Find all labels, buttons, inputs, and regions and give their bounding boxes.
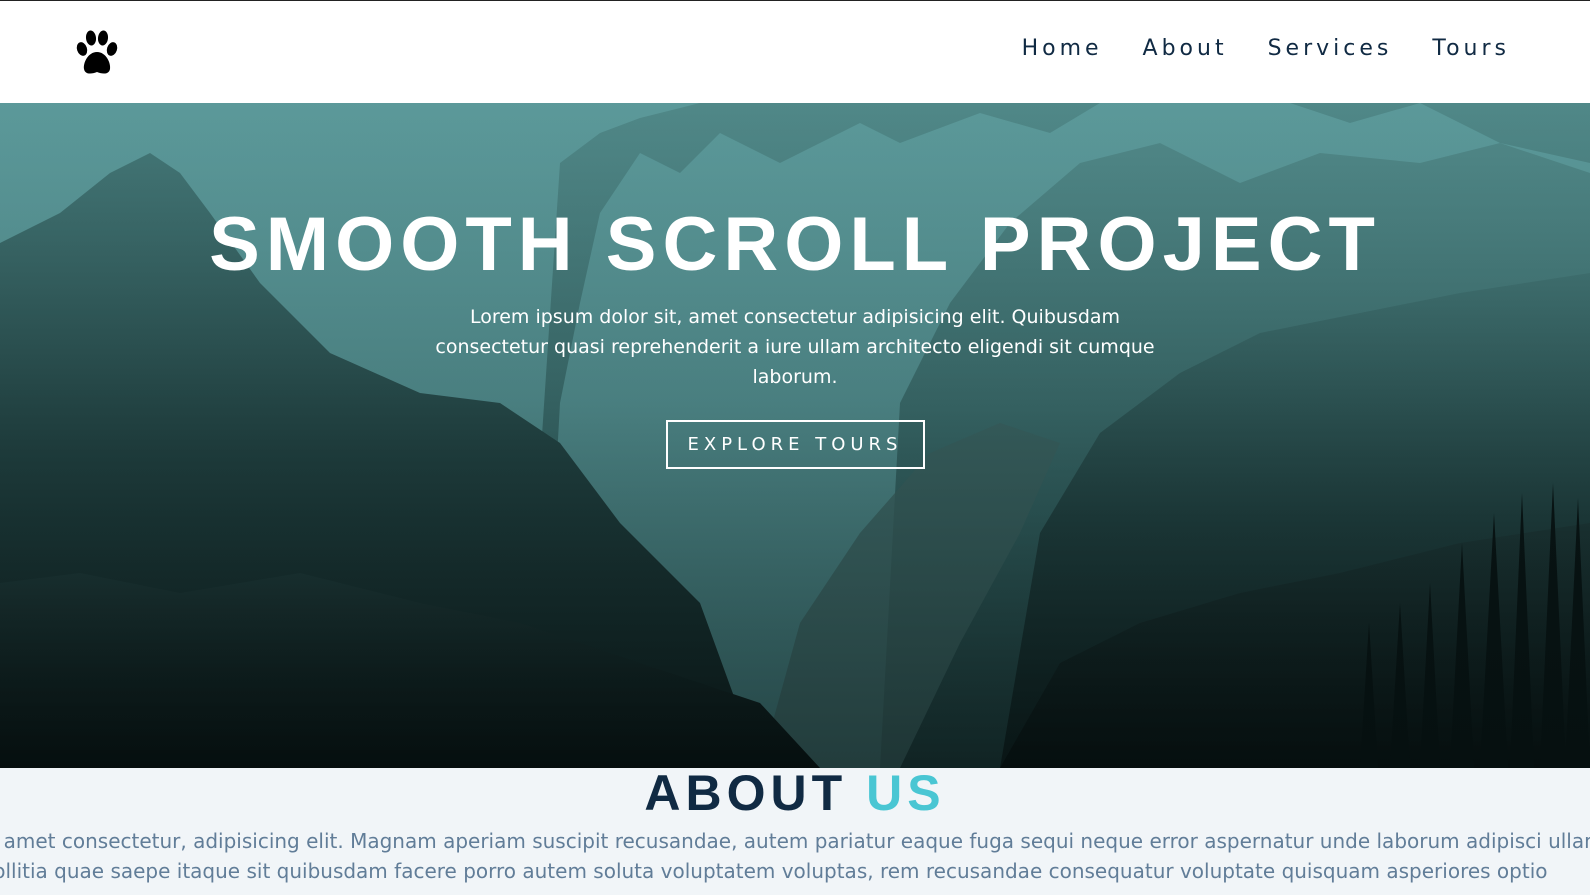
- hero-description: Lorem ipsum dolor sit, amet consectetur …: [435, 306, 1155, 388]
- about-title: ABOUT US: [0, 768, 1590, 818]
- hero-content: SMOOTH SCROLL PROJECT Lorem ipsum dolor …: [0, 200, 1590, 469]
- nav-link-services[interactable]: Services: [1268, 36, 1393, 61]
- navbar: Home About Services Tours: [0, 0, 1590, 103]
- about-text-line: cumque. Molestias mollitia quae saepe it…: [0, 859, 1548, 883]
- paw-icon[interactable]: [73, 27, 121, 77]
- explore-tours-button[interactable]: EXPLORE TOURS: [665, 420, 925, 469]
- about-text-line: Lorem ipsum dolor sit amet consectetur, …: [0, 829, 1590, 853]
- nav-link-about[interactable]: About: [1143, 36, 1228, 61]
- about-title-main: ABOUT: [644, 768, 848, 821]
- hero-title: SMOOTH SCROLL PROJECT: [209, 202, 1381, 287]
- nav-links: Home About Services Tours: [982, 36, 1510, 61]
- about-title-accent: US: [866, 768, 946, 821]
- page: Home About Services Tours SMOOTH SCROLL …: [0, 0, 1590, 895]
- nav-link-tours[interactable]: Tours: [1432, 36, 1510, 61]
- nav-link-home[interactable]: Home: [1022, 36, 1103, 61]
- about-section: ABOUT US Lorem ipsum dolor sit amet cons…: [0, 768, 1590, 895]
- about-text: Lorem ipsum dolor sit amet consectetur, …: [0, 826, 1590, 886]
- hero-section: SMOOTH SCROLL PROJECT Lorem ipsum dolor …: [0, 103, 1590, 768]
